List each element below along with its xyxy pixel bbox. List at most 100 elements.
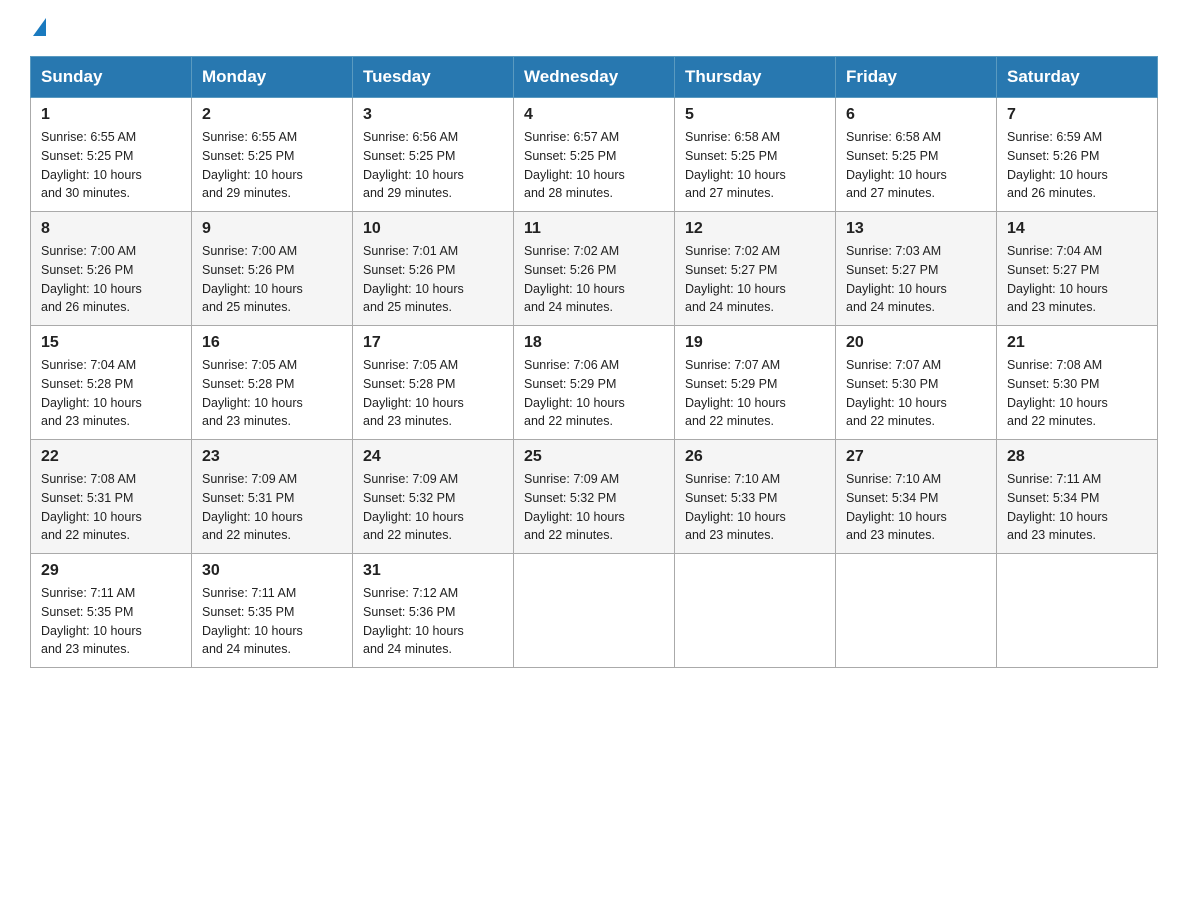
calendar-cell: 23 Sunrise: 7:09 AMSunset: 5:31 PMDaylig…	[192, 440, 353, 554]
day-number: 25	[524, 448, 664, 466]
calendar-body: 1 Sunrise: 6:55 AMSunset: 5:25 PMDayligh…	[31, 98, 1158, 668]
calendar-cell: 6 Sunrise: 6:58 AMSunset: 5:25 PMDayligh…	[836, 98, 997, 212]
day-info: Sunrise: 7:07 AMSunset: 5:30 PMDaylight:…	[846, 358, 947, 428]
day-number: 24	[363, 448, 503, 466]
logo	[30, 20, 46, 38]
day-info: Sunrise: 6:56 AMSunset: 5:25 PMDaylight:…	[363, 130, 464, 200]
day-number: 30	[202, 562, 342, 580]
calendar-cell: 16 Sunrise: 7:05 AMSunset: 5:28 PMDaylig…	[192, 326, 353, 440]
day-number: 15	[41, 334, 181, 352]
day-info: Sunrise: 7:01 AMSunset: 5:26 PMDaylight:…	[363, 244, 464, 314]
calendar-cell: 27 Sunrise: 7:10 AMSunset: 5:34 PMDaylig…	[836, 440, 997, 554]
calendar-cell: 1 Sunrise: 6:55 AMSunset: 5:25 PMDayligh…	[31, 98, 192, 212]
day-number: 2	[202, 106, 342, 124]
calendar-cell: 21 Sunrise: 7:08 AMSunset: 5:30 PMDaylig…	[997, 326, 1158, 440]
day-info: Sunrise: 7:10 AMSunset: 5:34 PMDaylight:…	[846, 472, 947, 542]
day-number: 19	[685, 334, 825, 352]
calendar-cell: 7 Sunrise: 6:59 AMSunset: 5:26 PMDayligh…	[997, 98, 1158, 212]
day-number: 6	[846, 106, 986, 124]
day-number: 14	[1007, 220, 1147, 238]
day-info: Sunrise: 6:57 AMSunset: 5:25 PMDaylight:…	[524, 130, 625, 200]
calendar-cell	[997, 554, 1158, 668]
day-number: 26	[685, 448, 825, 466]
day-number: 21	[1007, 334, 1147, 352]
calendar-cell: 31 Sunrise: 7:12 AMSunset: 5:36 PMDaylig…	[353, 554, 514, 668]
day-info: Sunrise: 7:09 AMSunset: 5:32 PMDaylight:…	[524, 472, 625, 542]
day-number: 20	[846, 334, 986, 352]
day-info: Sunrise: 7:08 AMSunset: 5:31 PMDaylight:…	[41, 472, 142, 542]
day-info: Sunrise: 7:11 AMSunset: 5:34 PMDaylight:…	[1007, 472, 1108, 542]
day-info: Sunrise: 7:05 AMSunset: 5:28 PMDaylight:…	[363, 358, 464, 428]
calendar-cell: 14 Sunrise: 7:04 AMSunset: 5:27 PMDaylig…	[997, 212, 1158, 326]
day-number: 28	[1007, 448, 1147, 466]
calendar-week-4: 22 Sunrise: 7:08 AMSunset: 5:31 PMDaylig…	[31, 440, 1158, 554]
calendar-week-3: 15 Sunrise: 7:04 AMSunset: 5:28 PMDaylig…	[31, 326, 1158, 440]
calendar-week-1: 1 Sunrise: 6:55 AMSunset: 5:25 PMDayligh…	[31, 98, 1158, 212]
day-number: 27	[846, 448, 986, 466]
day-info: Sunrise: 7:00 AMSunset: 5:26 PMDaylight:…	[41, 244, 142, 314]
calendar-cell: 17 Sunrise: 7:05 AMSunset: 5:28 PMDaylig…	[353, 326, 514, 440]
day-info: Sunrise: 7:02 AMSunset: 5:26 PMDaylight:…	[524, 244, 625, 314]
day-info: Sunrise: 7:03 AMSunset: 5:27 PMDaylight:…	[846, 244, 947, 314]
day-number: 18	[524, 334, 664, 352]
calendar-cell: 12 Sunrise: 7:02 AMSunset: 5:27 PMDaylig…	[675, 212, 836, 326]
day-info: Sunrise: 7:10 AMSunset: 5:33 PMDaylight:…	[685, 472, 786, 542]
day-number: 31	[363, 562, 503, 580]
calendar-cell: 25 Sunrise: 7:09 AMSunset: 5:32 PMDaylig…	[514, 440, 675, 554]
header-row: SundayMondayTuesdayWednesdayThursdayFrid…	[31, 57, 1158, 98]
day-info: Sunrise: 7:08 AMSunset: 5:30 PMDaylight:…	[1007, 358, 1108, 428]
day-number: 29	[41, 562, 181, 580]
header-day-wednesday: Wednesday	[514, 57, 675, 98]
day-number: 10	[363, 220, 503, 238]
calendar-cell: 13 Sunrise: 7:03 AMSunset: 5:27 PMDaylig…	[836, 212, 997, 326]
day-info: Sunrise: 7:02 AMSunset: 5:27 PMDaylight:…	[685, 244, 786, 314]
calendar-cell	[836, 554, 997, 668]
day-info: Sunrise: 7:09 AMSunset: 5:31 PMDaylight:…	[202, 472, 303, 542]
day-info: Sunrise: 7:12 AMSunset: 5:36 PMDaylight:…	[363, 586, 464, 656]
calendar-week-2: 8 Sunrise: 7:00 AMSunset: 5:26 PMDayligh…	[31, 212, 1158, 326]
calendar-week-5: 29 Sunrise: 7:11 AMSunset: 5:35 PMDaylig…	[31, 554, 1158, 668]
calendar-cell: 28 Sunrise: 7:11 AMSunset: 5:34 PMDaylig…	[997, 440, 1158, 554]
calendar-cell: 24 Sunrise: 7:09 AMSunset: 5:32 PMDaylig…	[353, 440, 514, 554]
day-number: 16	[202, 334, 342, 352]
day-info: Sunrise: 6:55 AMSunset: 5:25 PMDaylight:…	[202, 130, 303, 200]
day-info: Sunrise: 7:04 AMSunset: 5:27 PMDaylight:…	[1007, 244, 1108, 314]
calendar-cell: 18 Sunrise: 7:06 AMSunset: 5:29 PMDaylig…	[514, 326, 675, 440]
calendar-table: SundayMondayTuesdayWednesdayThursdayFrid…	[30, 56, 1158, 668]
day-info: Sunrise: 7:07 AMSunset: 5:29 PMDaylight:…	[685, 358, 786, 428]
calendar-cell: 11 Sunrise: 7:02 AMSunset: 5:26 PMDaylig…	[514, 212, 675, 326]
day-number: 7	[1007, 106, 1147, 124]
day-number: 8	[41, 220, 181, 238]
day-info: Sunrise: 7:04 AMSunset: 5:28 PMDaylight:…	[41, 358, 142, 428]
day-number: 3	[363, 106, 503, 124]
day-info: Sunrise: 7:11 AMSunset: 5:35 PMDaylight:…	[41, 586, 142, 656]
day-info: Sunrise: 7:00 AMSunset: 5:26 PMDaylight:…	[202, 244, 303, 314]
header-day-tuesday: Tuesday	[353, 57, 514, 98]
calendar-cell: 30 Sunrise: 7:11 AMSunset: 5:35 PMDaylig…	[192, 554, 353, 668]
calendar-cell: 10 Sunrise: 7:01 AMSunset: 5:26 PMDaylig…	[353, 212, 514, 326]
calendar-cell: 15 Sunrise: 7:04 AMSunset: 5:28 PMDaylig…	[31, 326, 192, 440]
day-number: 9	[202, 220, 342, 238]
calendar-cell: 9 Sunrise: 7:00 AMSunset: 5:26 PMDayligh…	[192, 212, 353, 326]
day-number: 1	[41, 106, 181, 124]
logo-general	[30, 20, 46, 38]
day-info: Sunrise: 7:05 AMSunset: 5:28 PMDaylight:…	[202, 358, 303, 428]
day-info: Sunrise: 6:55 AMSunset: 5:25 PMDaylight:…	[41, 130, 142, 200]
calendar-cell: 26 Sunrise: 7:10 AMSunset: 5:33 PMDaylig…	[675, 440, 836, 554]
day-info: Sunrise: 7:09 AMSunset: 5:32 PMDaylight:…	[363, 472, 464, 542]
calendar-cell	[675, 554, 836, 668]
calendar-cell: 4 Sunrise: 6:57 AMSunset: 5:25 PMDayligh…	[514, 98, 675, 212]
calendar-cell: 22 Sunrise: 7:08 AMSunset: 5:31 PMDaylig…	[31, 440, 192, 554]
day-number: 22	[41, 448, 181, 466]
day-number: 5	[685, 106, 825, 124]
day-number: 23	[202, 448, 342, 466]
day-info: Sunrise: 7:11 AMSunset: 5:35 PMDaylight:…	[202, 586, 303, 656]
header-day-saturday: Saturday	[997, 57, 1158, 98]
calendar-cell: 29 Sunrise: 7:11 AMSunset: 5:35 PMDaylig…	[31, 554, 192, 668]
calendar-cell	[514, 554, 675, 668]
day-info: Sunrise: 6:59 AMSunset: 5:26 PMDaylight:…	[1007, 130, 1108, 200]
calendar-cell: 5 Sunrise: 6:58 AMSunset: 5:25 PMDayligh…	[675, 98, 836, 212]
calendar-cell: 2 Sunrise: 6:55 AMSunset: 5:25 PMDayligh…	[192, 98, 353, 212]
day-number: 4	[524, 106, 664, 124]
calendar-cell: 8 Sunrise: 7:00 AMSunset: 5:26 PMDayligh…	[31, 212, 192, 326]
